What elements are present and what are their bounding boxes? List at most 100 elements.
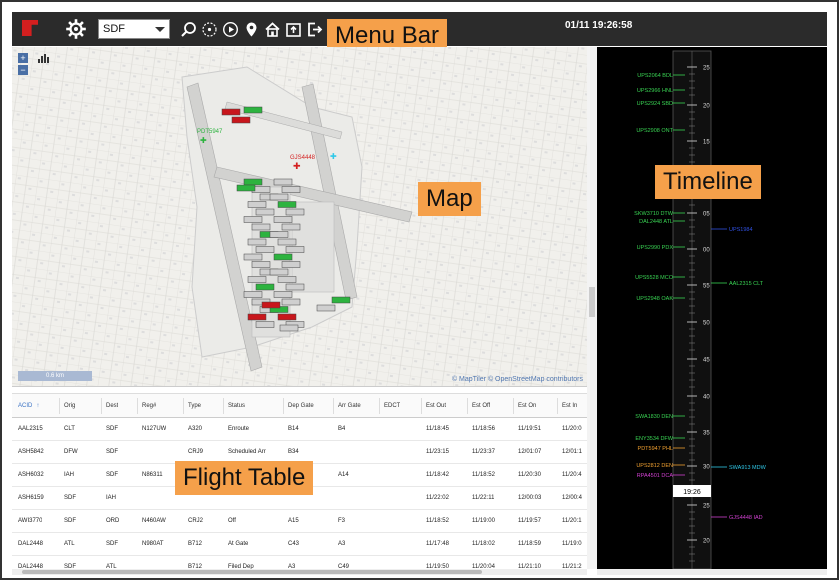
- aircraft-tag[interactable]: [285, 283, 305, 291]
- aircraft-tag[interactable]: [243, 216, 263, 223]
- aircraft-tag[interactable]: [285, 208, 305, 216]
- aircraft-tag[interactable]: [243, 253, 263, 261]
- aircraft-tag[interactable]: [281, 298, 301, 306]
- aircraft-tag[interactable]: [255, 208, 275, 216]
- aircraft-tag[interactable]: [251, 261, 271, 268]
- column-header[interactable]: ACID ↑: [18, 394, 39, 418]
- column-separator[interactable]: [137, 398, 138, 414]
- aircraft-tag[interactable]: [277, 276, 297, 283]
- aircraft-tag[interactable]: [281, 261, 301, 268]
- aircraft-tag[interactable]: [273, 291, 293, 298]
- aircraft-tag[interactable]: [247, 201, 267, 208]
- timeline-flight-label[interactable]: UPS5528 MCO: [635, 275, 674, 281]
- aircraft-tag[interactable]: [243, 291, 263, 298]
- aircraft-tag[interactable]: [281, 186, 301, 193]
- aircraft-tag[interactable]: [231, 116, 251, 124]
- aircraft-tag[interactable]: [255, 246, 275, 253]
- airport-select[interactable]: SDF: [98, 19, 170, 39]
- timeline-flight-label[interactable]: UPS2812 DEN: [636, 463, 673, 469]
- map-pin-icon[interactable]: [243, 21, 260, 38]
- timeline-panel[interactable]: 2520151005005550454035302520 UPS2064 BDL…: [597, 47, 827, 569]
- aircraft-tag[interactable]: [277, 201, 297, 208]
- play-icon[interactable]: [222, 21, 239, 38]
- search-icon[interactable]: [180, 21, 197, 38]
- table-row[interactable]: AAL2315 CLT SDF N127UW A320 Enroute B14 B4 11/18…: [12, 418, 587, 441]
- timeline-flight-label[interactable]: UPS2908 ONT: [636, 128, 673, 134]
- timeline-flight-label[interactable]: RPA4501 DCA: [637, 473, 674, 479]
- aircraft-tag[interactable]: [243, 178, 263, 186]
- timeline-flight-label[interactable]: DAL2448 ATL: [639, 219, 673, 225]
- aircraft-tag[interactable]: [247, 313, 267, 321]
- column-separator[interactable]: [379, 398, 380, 414]
- map-canvas[interactable]: GJS4448 ✚ PDT5947 ✚ ✚: [12, 47, 587, 387]
- column-header[interactable]: Orig: [64, 394, 75, 418]
- aircraft-tag[interactable]: [269, 193, 289, 201]
- timeline-flight-label[interactable]: ENY3534 DFW: [635, 436, 673, 442]
- zoom-out-button[interactable]: −: [18, 65, 28, 75]
- table-horizontal-scrollbar[interactable]: [12, 569, 587, 575]
- aircraft-tag[interactable]: [255, 283, 275, 291]
- column-header[interactable]: Est Off: [472, 394, 490, 418]
- timeline-flight-label[interactable]: UPS2948 OAK: [636, 296, 673, 302]
- home-icon[interactable]: [264, 21, 281, 38]
- timeline-canvas[interactable]: 2520151005005550454035302520 UPS2064 BDL…: [597, 47, 827, 569]
- timeline-flight-label[interactable]: UPS2966 HNL: [637, 88, 673, 94]
- column-separator[interactable]: [283, 398, 284, 414]
- column-separator[interactable]: [223, 398, 224, 414]
- aircraft-tag[interactable]: [269, 231, 289, 238]
- table-row[interactable]: DAL2448 ATL SDF N980AT B712 At Gate C43 A3 11/17…: [12, 533, 587, 556]
- timeline-flight-label[interactable]: AAL2315 CLT: [729, 281, 764, 287]
- scrollbar-thumb[interactable]: [22, 570, 482, 574]
- column-header[interactable]: Reg#: [142, 394, 156, 418]
- aircraft-tag[interactable]: [273, 216, 293, 223]
- column-header[interactable]: Est In: [562, 394, 577, 418]
- column-separator[interactable]: [333, 398, 334, 414]
- column-header[interactable]: EDCT: [384, 394, 400, 418]
- zoom-in-button[interactable]: +: [18, 53, 28, 63]
- column-separator[interactable]: [557, 398, 558, 414]
- aircraft-tag[interactable]: [247, 276, 267, 283]
- timeline-flight-label[interactable]: UPS1984: [729, 227, 753, 233]
- column-separator[interactable]: [467, 398, 468, 414]
- aircraft-tag[interactable]: [273, 253, 293, 261]
- crosshair-icon[interactable]: [201, 21, 218, 38]
- timeline-flight-label[interactable]: PDT5947 PHL: [638, 446, 673, 452]
- aircraft-tag[interactable]: [281, 223, 301, 231]
- column-separator[interactable]: [513, 398, 514, 414]
- table-row[interactable]: AWI3770 SDF ORD N460AW CRJ2 Off A15 F3 11/18:52 1…: [12, 510, 587, 533]
- column-separator[interactable]: [183, 398, 184, 414]
- aircraft-tag[interactable]: [221, 108, 241, 116]
- column-separator[interactable]: [101, 398, 102, 414]
- aircraft-tag[interactable]: [316, 304, 336, 312]
- timeline-flight-label[interactable]: GJS4448 IAD: [729, 515, 763, 521]
- timeline-flight-label[interactable]: UPS2924 SBD: [637, 101, 673, 107]
- aircraft-tag[interactable]: [331, 296, 351, 304]
- cyan-flight-marker[interactable]: ✚: [330, 152, 337, 161]
- column-header[interactable]: Status: [228, 394, 245, 418]
- map-panel[interactable]: GJS4448 ✚ PDT5947 ✚ ✚ + − 0.6 km © MapTi…: [12, 47, 587, 387]
- aircraft-tag[interactable]: [243, 106, 263, 114]
- column-separator[interactable]: [421, 398, 422, 414]
- column-separator[interactable]: [59, 398, 60, 414]
- aircraft-tag[interactable]: [277, 313, 297, 321]
- aircraft-tag[interactable]: [261, 301, 281, 309]
- column-header[interactable]: Est Out: [426, 394, 446, 418]
- column-header[interactable]: Dep Gate: [288, 394, 314, 418]
- column-header[interactable]: Est On: [518, 394, 536, 418]
- aircraft-tag[interactable]: [255, 321, 275, 328]
- column-header[interactable]: Arr Gate: [338, 394, 361, 418]
- timeline-flight-label[interactable]: SWA913 MDW: [729, 465, 767, 471]
- aircraft-tag[interactable]: [285, 246, 305, 253]
- aircraft-tag[interactable]: [247, 238, 267, 246]
- timeline-flight-label[interactable]: SWA1830 DEN: [635, 414, 673, 420]
- divider-grip[interactable]: [589, 287, 595, 317]
- layers-icon[interactable]: [38, 53, 50, 63]
- aircraft-tag[interactable]: [277, 238, 297, 246]
- aircraft-tag[interactable]: [273, 178, 293, 186]
- panel-divider[interactable]: [587, 47, 597, 569]
- aircraft-tag[interactable]: [279, 324, 299, 332]
- column-header[interactable]: Type: [188, 394, 201, 418]
- logout-icon[interactable]: [306, 21, 323, 38]
- gear-icon[interactable]: [66, 19, 86, 39]
- aircraft-tag[interactable]: [236, 184, 256, 192]
